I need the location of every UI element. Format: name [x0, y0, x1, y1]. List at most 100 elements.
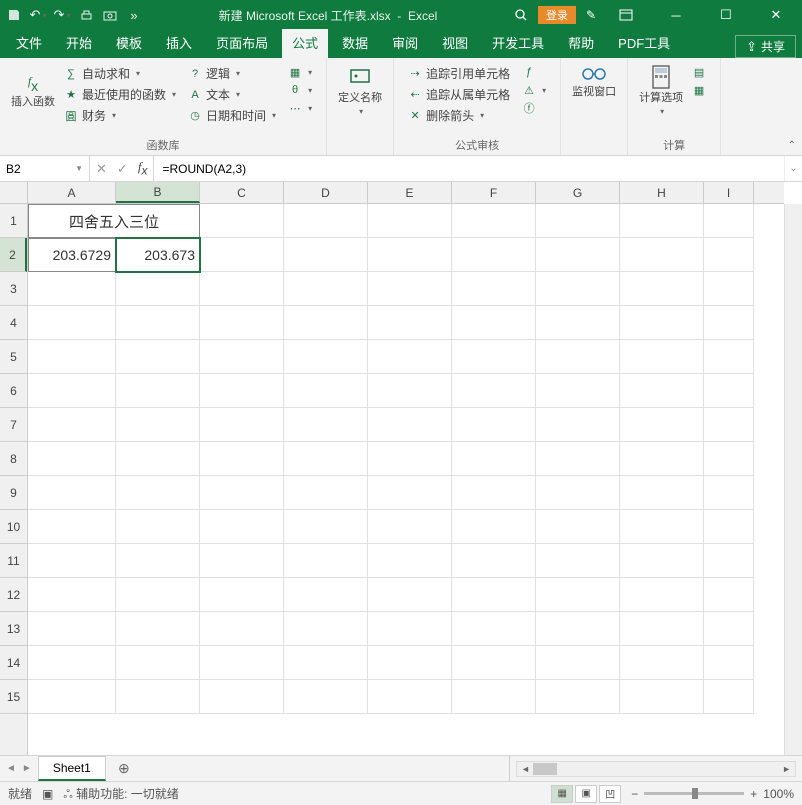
name-box[interactable]: B2▼ [0, 156, 90, 181]
cell[interactable] [452, 340, 536, 374]
cell[interactable] [536, 408, 620, 442]
cell[interactable] [116, 374, 200, 408]
column-header[interactable]: C [200, 182, 284, 203]
tab-view[interactable]: 视图 [432, 29, 478, 58]
cell[interactable] [200, 476, 284, 510]
zoom-level[interactable]: 100% [763, 787, 794, 801]
insert-function-button[interactable]: fx 插入函数 [8, 62, 58, 111]
cell[interactable] [116, 612, 200, 646]
trace-precedents-button[interactable]: ⇢追踪引用单元格 [406, 64, 512, 83]
cell[interactable] [368, 680, 452, 714]
cell[interactable]: 203.6729 [28, 238, 116, 272]
undo-icon[interactable]: ↶▾ [30, 7, 46, 23]
print-icon[interactable] [78, 7, 94, 23]
cell[interactable] [200, 340, 284, 374]
cell[interactable] [704, 374, 754, 408]
cell[interactable] [452, 578, 536, 612]
cell[interactable] [536, 510, 620, 544]
cell[interactable]: 四舍五入三位 [28, 204, 200, 238]
math-button[interactable]: θ▾ [286, 82, 314, 98]
cell[interactable] [368, 238, 452, 272]
zoom-slider[interactable] [644, 792, 744, 795]
cell[interactable] [28, 408, 116, 442]
cell[interactable] [452, 612, 536, 646]
cell[interactable] [704, 646, 754, 680]
cell[interactable] [452, 272, 536, 306]
cell[interactable] [200, 646, 284, 680]
cell[interactable] [116, 442, 200, 476]
cell[interactable] [368, 544, 452, 578]
cell[interactable] [620, 646, 704, 680]
camera-icon[interactable] [102, 7, 118, 23]
autosum-button[interactable]: ∑自动求和▾ [62, 64, 178, 83]
cell[interactable] [452, 306, 536, 340]
cell[interactable] [116, 340, 200, 374]
cell[interactable] [284, 646, 368, 680]
cell[interactable] [536, 238, 620, 272]
calc-now-button[interactable]: ▤ [690, 64, 708, 80]
cell[interactable] [284, 204, 368, 238]
cell[interactable] [200, 272, 284, 306]
column-header[interactable]: B [116, 182, 200, 203]
cell[interactable] [116, 646, 200, 680]
cell[interactable] [116, 578, 200, 612]
sheet-tab[interactable]: Sheet1 [38, 756, 106, 781]
define-name-button[interactable]: 定义名称▾ [335, 62, 385, 118]
cell[interactable] [452, 238, 536, 272]
cell[interactable] [536, 544, 620, 578]
save-icon[interactable] [6, 7, 22, 23]
cell[interactable] [284, 374, 368, 408]
enter-formula-icon[interactable]: ✓ [117, 161, 128, 177]
cell[interactable] [620, 544, 704, 578]
expand-formula-bar-icon[interactable]: ⌄ [784, 156, 802, 181]
cell[interactable] [620, 306, 704, 340]
recent-functions-button[interactable]: ★最近使用的函数▾ [62, 85, 178, 104]
lookup-button[interactable]: ▦▾ [286, 64, 314, 80]
cell[interactable] [28, 476, 116, 510]
cell[interactable] [284, 578, 368, 612]
cell[interactable] [452, 374, 536, 408]
login-button[interactable]: 登录 [538, 6, 576, 24]
row-header[interactable]: 5 [0, 340, 27, 374]
cell[interactable] [452, 408, 536, 442]
cell[interactable] [536, 646, 620, 680]
tab-help[interactable]: 帮助 [558, 29, 604, 58]
cell[interactable] [452, 476, 536, 510]
zoom-in-icon[interactable]: + [750, 787, 757, 801]
tab-review[interactable]: 审阅 [382, 29, 428, 58]
cell[interactable] [704, 340, 754, 374]
cell[interactable] [536, 476, 620, 510]
row-header[interactable]: 13 [0, 612, 27, 646]
cell[interactable] [284, 272, 368, 306]
cell[interactable] [452, 204, 536, 238]
tab-formulas[interactable]: 公式 [282, 29, 328, 58]
remove-arrows-button[interactable]: ✕删除箭头▾ [406, 106, 512, 125]
cell[interactable] [116, 408, 200, 442]
evaluate-button[interactable]: ⓕ [520, 100, 548, 116]
cell[interactable] [620, 238, 704, 272]
column-header[interactable]: E [368, 182, 452, 203]
cell[interactable] [28, 272, 116, 306]
cell[interactable] [368, 578, 452, 612]
cell[interactable] [620, 442, 704, 476]
row-header[interactable]: 7 [0, 408, 27, 442]
view-page-break-button[interactable]: 凹 [599, 785, 621, 803]
row-header[interactable]: 14 [0, 646, 27, 680]
watch-window-button[interactable]: 监视窗口 [569, 62, 619, 101]
view-normal-button[interactable]: ▦ [551, 785, 573, 803]
cell[interactable] [284, 544, 368, 578]
view-page-layout-button[interactable]: ▣ [575, 785, 597, 803]
cell[interactable] [284, 612, 368, 646]
financial-button[interactable]: 圓财务▾ [62, 106, 178, 125]
cell[interactable] [200, 442, 284, 476]
cell[interactable] [620, 204, 704, 238]
add-sheet-button[interactable]: ⊕ [112, 759, 136, 779]
redo-icon[interactable]: ↷▾ [54, 7, 70, 23]
cell[interactable] [704, 544, 754, 578]
tab-file[interactable]: 文件 [6, 29, 52, 58]
column-header[interactable]: D [284, 182, 368, 203]
cell[interactable] [284, 306, 368, 340]
formula-input[interactable]: =ROUND(A2,3) [154, 156, 784, 181]
cell[interactable] [368, 204, 452, 238]
row-header[interactable]: 4 [0, 306, 27, 340]
